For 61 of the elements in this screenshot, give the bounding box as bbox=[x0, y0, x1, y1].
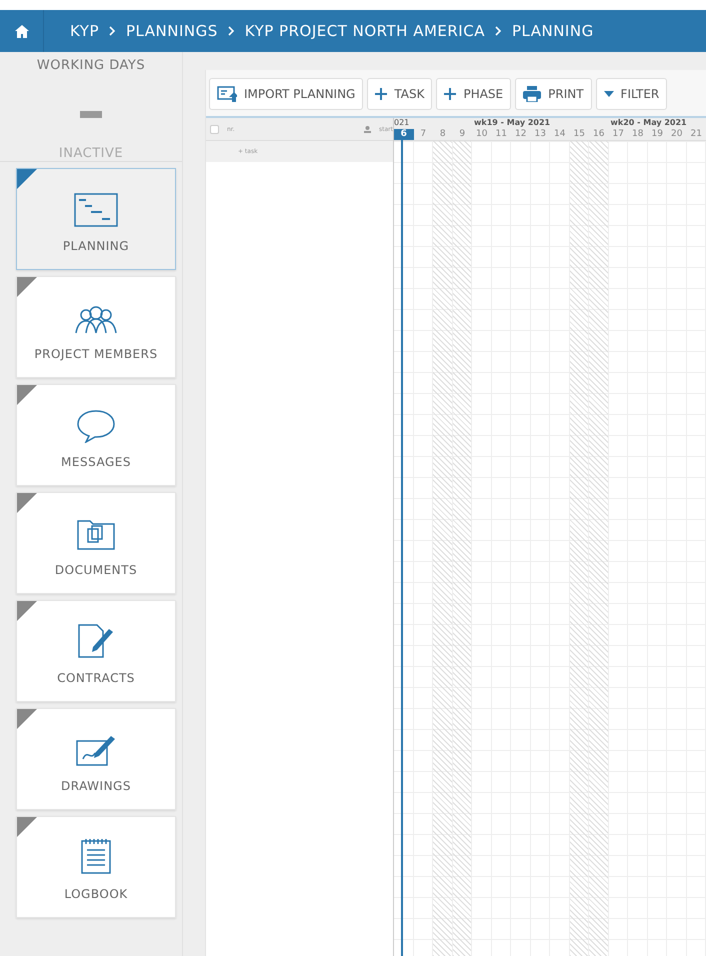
corner-icon bbox=[17, 493, 37, 513]
day-label: 10 bbox=[475, 129, 488, 140]
nav-card[interactable]: LOGBOOK bbox=[16, 816, 176, 918]
breadcrumb-link[interactable]: PLANNING bbox=[512, 22, 594, 40]
chevron-icon bbox=[494, 26, 502, 36]
corner-icon bbox=[17, 601, 37, 621]
person-icon bbox=[364, 126, 372, 132]
toolbar-button[interactable]: FILTER bbox=[596, 78, 668, 110]
nav-card[interactable]: PROJECT MEMBERS bbox=[16, 276, 176, 378]
nav-card[interactable]: PLANNING bbox=[16, 168, 176, 270]
day-label: 7 bbox=[419, 129, 428, 140]
dash-icon bbox=[80, 111, 102, 118]
people-icon bbox=[74, 305, 118, 335]
day-label: 11 bbox=[494, 129, 508, 140]
chevron-icon bbox=[109, 26, 116, 36]
nav-card[interactable]: DRAWINGS bbox=[16, 708, 176, 810]
corner-icon bbox=[17, 169, 37, 189]
breadcrumb-link[interactable]: KYP PROJECT NORTH AMERICA bbox=[244, 22, 485, 40]
chevron-icon bbox=[228, 26, 235, 36]
nav-card[interactable]: MESSAGES bbox=[16, 384, 176, 486]
week-label: wk19 - May 2021 bbox=[474, 118, 550, 127]
breadcrumb-link[interactable]: KYP bbox=[70, 22, 100, 40]
home-icon bbox=[14, 24, 28, 38]
select-all-checkbox[interactable] bbox=[210, 124, 219, 134]
day-label: 21 bbox=[690, 129, 703, 140]
day-label: 14 bbox=[553, 129, 566, 140]
toolbar-button[interactable]: IMPORT PLANNING bbox=[209, 78, 364, 110]
plus-icon bbox=[444, 88, 456, 100]
sketch-pen-icon bbox=[75, 733, 117, 767]
working-days-title: WORKING DAYS bbox=[36, 58, 146, 73]
day-label: 13 bbox=[534, 129, 547, 140]
gantt-chart-icon bbox=[74, 193, 118, 227]
caret-icon bbox=[604, 91, 614, 97]
day-label: 15 bbox=[572, 129, 586, 140]
toolbar-button[interactable]: TASK bbox=[367, 78, 432, 110]
day-label: 17 bbox=[612, 129, 625, 140]
corner-icon bbox=[17, 277, 37, 297]
corner-icon bbox=[17, 709, 37, 729]
day-label: 9 bbox=[458, 129, 466, 140]
corner-icon bbox=[17, 817, 37, 837]
plus-icon bbox=[375, 88, 388, 100]
speech-bubble-icon bbox=[76, 409, 116, 443]
breadcrumb-link[interactable]: PLANNINGS bbox=[126, 22, 218, 40]
toolbar-button[interactable]: PHASE bbox=[436, 78, 512, 110]
day-label: 20 bbox=[670, 129, 684, 140]
nav-card[interactable]: DOCUMENTS bbox=[16, 492, 176, 594]
week-label: 021 bbox=[394, 118, 410, 127]
day-label: 19 bbox=[650, 129, 664, 140]
week-label: wk20 - May 2021 bbox=[610, 118, 687, 127]
day-label: 8 bbox=[438, 129, 447, 140]
day-label: 6 bbox=[394, 129, 414, 140]
notepad-icon bbox=[79, 837, 113, 875]
day-label: 18 bbox=[631, 129, 644, 140]
toolbar-button[interactable]: PRINT bbox=[515, 78, 592, 110]
status-label: INACTIVE bbox=[58, 146, 124, 161]
nav-card[interactable]: CONTRACTS bbox=[16, 600, 176, 702]
printer-icon bbox=[523, 86, 542, 102]
day-label: 12 bbox=[514, 129, 528, 140]
corner-icon bbox=[17, 385, 37, 405]
import-icon bbox=[217, 86, 237, 102]
day-label: 16 bbox=[592, 129, 606, 140]
